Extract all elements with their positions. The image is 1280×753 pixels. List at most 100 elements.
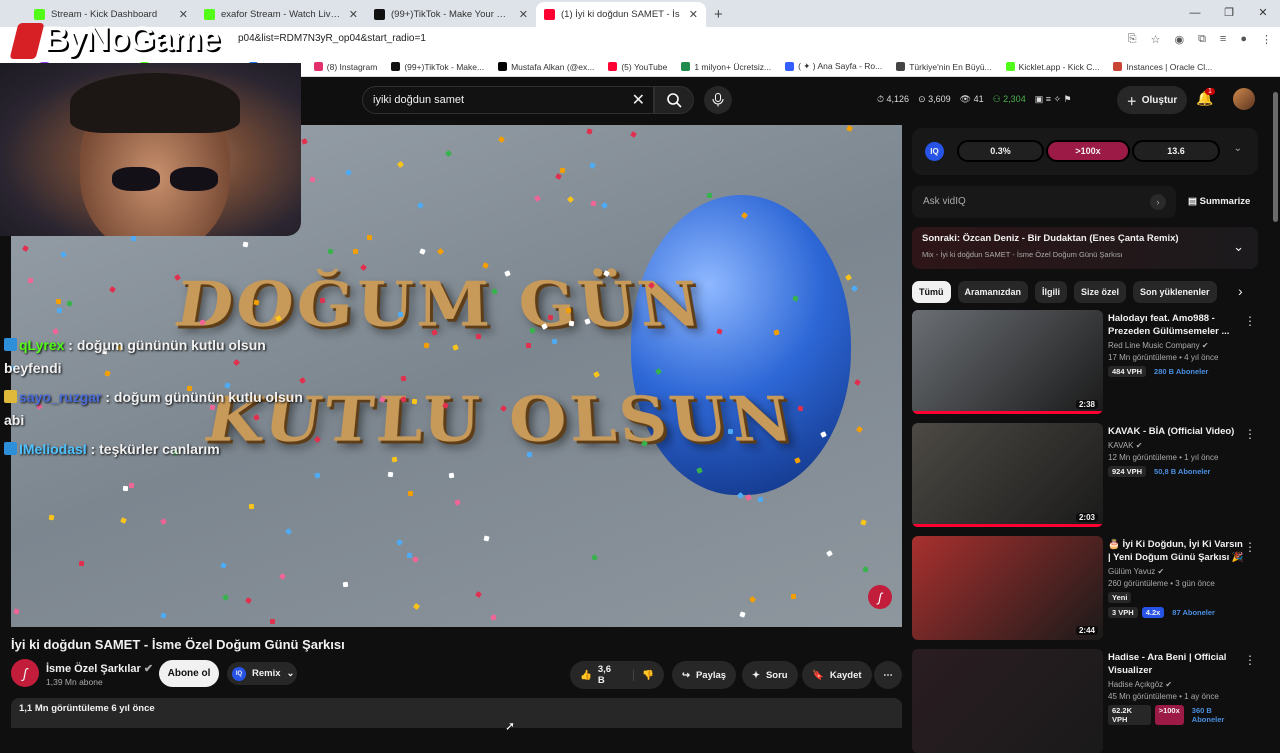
recommendation-card[interactable]: 2:44 🎂 İyi Ki Doğdun, İyi Ki Varsın | Yen… [912,536,1258,640]
stream-stats: ⏱ 4,126 ⊙ 3,609 👁 41 ⚇ 2,304 ▣ ≡ ✧ ⚑ [877,94,1072,105]
chevron-right-icon[interactable]: › [1238,283,1243,299]
summarize-button[interactable]: ▤ Summarize [1188,196,1250,207]
video-thumbnail[interactable]: 2:44 [912,536,1103,640]
confetti-piece [845,274,853,282]
close-icon[interactable]: ✕ [689,8,698,21]
bookmark-item[interactable]: ( ✦ ) Ana Sayfa - Ro... [785,61,882,72]
install-icon[interactable]: ⎘ [1128,33,1137,46]
confetti-piece [314,472,321,479]
video-title[interactable]: Halodayı feat. Amo988 - Prezeden Gülümse… [1108,312,1246,338]
send-icon[interactable]: › [1150,194,1166,210]
channel-name[interactable]: KAVAK ✔ [1108,441,1246,450]
more-icon[interactable]: ⋮ [1244,427,1256,441]
share-button[interactable]: ↪ Paylaş [672,661,737,689]
description-box[interactable]: 1,1 Mn görüntüleme 6 yıl önce [11,698,902,728]
ask-button[interactable]: ✦ Soru [742,661,798,689]
more-icon[interactable]: ⋮ [1244,314,1256,328]
chevron-down-icon[interactable]: ⌄ [1234,143,1242,154]
browser-tab[interactable]: (99+)TikTok - Make Your Day ✕ [366,2,536,27]
confetti-piece [475,333,482,340]
channel-name[interactable]: İsme Özel Şarkılar ✔ [46,662,153,675]
recommendation-card[interactable]: 2:03 KAVAK - BİA (Official Video) KAVAK ✔ 1… [912,423,1258,527]
confetti-piece [791,294,799,302]
like-count[interactable]: 3,6 B [598,664,617,686]
search-button[interactable] [654,86,694,114]
star-icon[interactable]: ☆ [1151,33,1161,46]
create-button[interactable]: ＋ Oluştur [1117,86,1187,114]
channel-name[interactable]: Gülüm Yavuz ✔ [1108,567,1246,576]
recommendation-card[interactable]: Hadise - Ara Beni | Official Visualizer H… [912,649,1258,753]
media-icon[interactable]: ≡ [1220,33,1226,46]
bookmark-item[interactable]: 1 milyon+ Ücretsiz... [681,62,771,72]
confetti-piece [588,162,596,169]
video-title[interactable]: Hadise - Ara Beni | Official Visualizer [1108,651,1246,677]
confetti-piece [441,401,449,409]
chevron-down-icon[interactable]: ⌄ [1233,239,1244,255]
confetti-piece [436,248,444,256]
subscribe-button[interactable]: Abone ol [159,660,219,687]
search-input[interactable]: iyiki doğdun samet ✕ [362,86,654,114]
stat-value: 2,304 [1003,94,1026,104]
confetti-piece [244,597,252,605]
bookmark-item[interactable]: (8) Instagram [313,62,377,72]
up-next-panel[interactable]: Sonraki: Özcan Deniz - Bir Dudaktan (Ene… [912,227,1258,269]
confetti-piece [128,483,135,489]
extension-tools-icon[interactable]: ▣ ≡ ✧ ⚑ [1035,94,1072,105]
clear-icon[interactable]: ✕ [632,90,645,110]
bookmark-item[interactable]: Kicklet.app - Kick C... [1005,62,1099,72]
like-icon[interactable]: 👍 [580,670,592,681]
close-icon[interactable]: ✕ [519,8,528,21]
menu-icon[interactable]: ⋮ [1261,33,1272,46]
chip[interactable]: Aramanızdan [957,281,1029,303]
browser-tab-active[interactable]: (1) İyi ki doğdun SAMET - İs ✕ [536,2,706,27]
dislike-icon[interactable]: 👎 [633,669,654,681]
bookmark-item[interactable]: Instances | Oracle Cl... [1113,62,1212,72]
profile-icon[interactable]: ● [1240,33,1247,46]
new-tab-button[interactable]: + [706,2,731,27]
more-actions-button[interactable]: ⋯ [874,661,902,689]
channel-name[interactable]: Red Line Music Company ✔ [1108,341,1246,350]
video-thumbnail[interactable]: 2:38 [912,310,1103,414]
chip[interactable]: İlgili [1035,281,1068,303]
recommendation-card[interactable]: 2:38 Halodayı feat. Amo988 - Prezeden Gül… [912,310,1258,414]
puzzle-icon[interactable]: ⧉ [1198,33,1206,46]
remix-button[interactable]: IQ Remix ⌄ [227,662,297,685]
confetti-piece [586,128,593,135]
video-title[interactable]: 🎂 İyi Ki Doğdun, İyi Ki Varsın | Yeni Do… [1108,538,1246,564]
save-button[interactable]: 🔖 Kaydet [802,661,872,689]
vph-tag: 62.2K VPH [1108,705,1151,725]
stat-value: 41 [973,94,984,104]
bookmark-item[interactable]: Türkiye'nin En Büyü... [896,62,992,72]
share-label: Paylaş [695,669,727,681]
more-icon[interactable]: ⋮ [1244,540,1256,554]
confetti-piece [555,173,563,181]
channel-name[interactable]: Hadise Açıkgöz ✔ [1108,680,1246,689]
scrollbar[interactable] [1273,92,1278,222]
confetti-piece [862,566,869,573]
bookmark-item[interactable]: (99+)TikTok - Make... [391,62,484,72]
search-value[interactable]: iyiki doğdun samet [373,94,464,106]
more-icon[interactable]: ⋮ [1244,653,1256,667]
close-icon[interactable]: ✕ [349,8,358,21]
avatar[interactable] [1233,88,1255,110]
chip[interactable]: Size özel [1074,281,1127,303]
channel-name-text: İsme Özel Şarkılar [46,663,141,675]
minimize-icon[interactable]: — [1178,0,1212,27]
extension-icon[interactable]: ◉ [1174,33,1184,46]
maximize-icon[interactable]: ❐ [1212,0,1246,27]
chip[interactable]: Son yüklenenler [1133,281,1217,303]
chip[interactable]: Tümü [912,281,951,303]
video-thumbnail[interactable] [912,649,1103,753]
browser-tab[interactable]: exafor Stream - Watch Live on ✕ [196,2,366,27]
channel-avatar[interactable]: ʃ [11,659,39,687]
ask-vidiq-input[interactable]: Ask vidIQ › [912,186,1176,218]
close-window-icon[interactable]: ✕ [1246,0,1280,27]
voice-search-button[interactable] [704,86,732,114]
video-thumbnail[interactable]: 2:03 [912,423,1103,527]
bookmark-item[interactable]: (5) YouTube [608,62,667,72]
confetti-piece [444,149,452,157]
bookmark-item[interactable]: Mustafa Alkan (@ex... [498,62,594,72]
video-title[interactable]: KAVAK - BİA (Official Video) [1108,425,1246,438]
bookmark-label: Mustafa Alkan (@ex... [511,61,595,72]
url-text[interactable]: p04&list=RDM7N3yR_op04&start_radio=1 [238,33,426,44]
